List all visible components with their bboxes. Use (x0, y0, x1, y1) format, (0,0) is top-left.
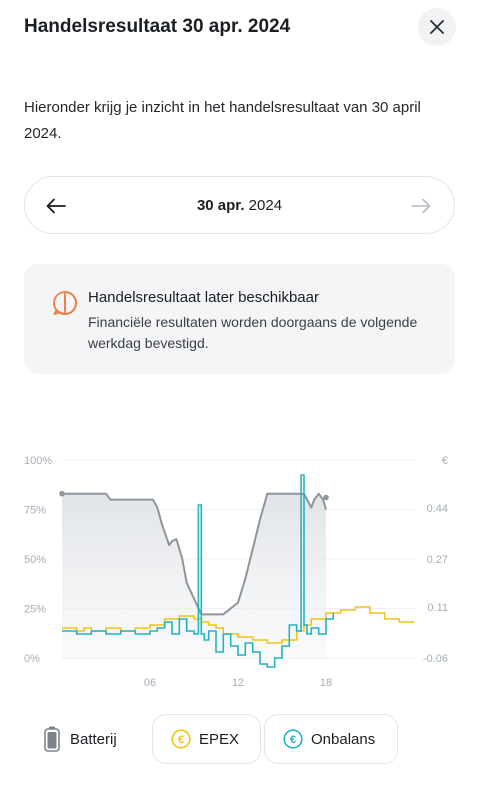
x-tick-label: 18 (320, 677, 332, 689)
y-right-tick-label: 0.11 (427, 602, 448, 614)
notice-card: Handelsresultaat later beschikbaar Finan… (24, 264, 455, 374)
date-day-month: 30 apr. (196, 197, 245, 214)
arrow-right-icon (411, 198, 431, 214)
battery-icon (44, 726, 60, 752)
chart-legend: Batterij € EPEX € Onbalans (24, 714, 464, 764)
euro-coin-icon: € (171, 729, 191, 749)
notice-title: Handelsresultaat later beschikbaar (88, 289, 319, 306)
date-label: 30 apr. 2024 (25, 197, 454, 214)
legend-batterij[interactable]: Batterij (44, 726, 117, 752)
svg-text:€: € (290, 734, 296, 746)
header: Handelsresultaat 30 apr. 2024 (24, 8, 456, 46)
y-left-tick-label: 25% (24, 604, 46, 616)
y-right-unit-label: € (442, 455, 448, 467)
date-navigator: 30 apr. 2024 (24, 176, 455, 234)
y-left-tick-label: 100% (24, 455, 52, 467)
x-tick-label: 06 (144, 677, 156, 689)
batterij-end-point (323, 494, 329, 501)
close-button[interactable] (418, 8, 456, 46)
y-right-tick-label: -0.06 (423, 653, 448, 665)
legend-onbalans-button[interactable]: € Onbalans (264, 714, 398, 764)
legend-batterij-label: Batterij (70, 730, 117, 748)
legend-epex-label: EPEX (199, 730, 240, 748)
next-day-button[interactable] (406, 191, 436, 221)
alert-icon (53, 291, 77, 315)
batterij-start-point (59, 490, 65, 497)
euro-coin-icon: € (283, 729, 303, 749)
y-left-tick-label: 75% (24, 505, 46, 517)
page-title: Handelsresultaat 30 apr. 2024 (24, 16, 291, 37)
y-left-tick-label: 50% (24, 554, 46, 566)
y-right-tick-label: 0.44 (427, 503, 448, 515)
x-tick-label: 12 (232, 677, 244, 689)
trading-chart: 100% 75% 50% 25% 0% €0.44 0.27 0.11 -0.06 06 12 18 (0, 440, 480, 700)
legend-onbalans-label: Onbalans (311, 730, 376, 748)
intro-text: Hieronder krijg je inzicht in het handel… (24, 99, 421, 142)
close-icon (430, 20, 444, 34)
trading-chart-svg: 100% 75% 50% 25% 0% €0.44 0.27 0.11 -0.06 06 12 18 (24, 455, 448, 689)
notice-body: Financiële resultaten worden doorgaans d… (88, 314, 418, 351)
y-right-tick-label: 0.27 (427, 554, 448, 566)
y-left-tick-label: 0% (24, 653, 40, 665)
date-year: 2024 (248, 197, 283, 214)
legend-epex-button[interactable]: € EPEX (152, 714, 261, 764)
svg-text:€: € (178, 734, 184, 746)
